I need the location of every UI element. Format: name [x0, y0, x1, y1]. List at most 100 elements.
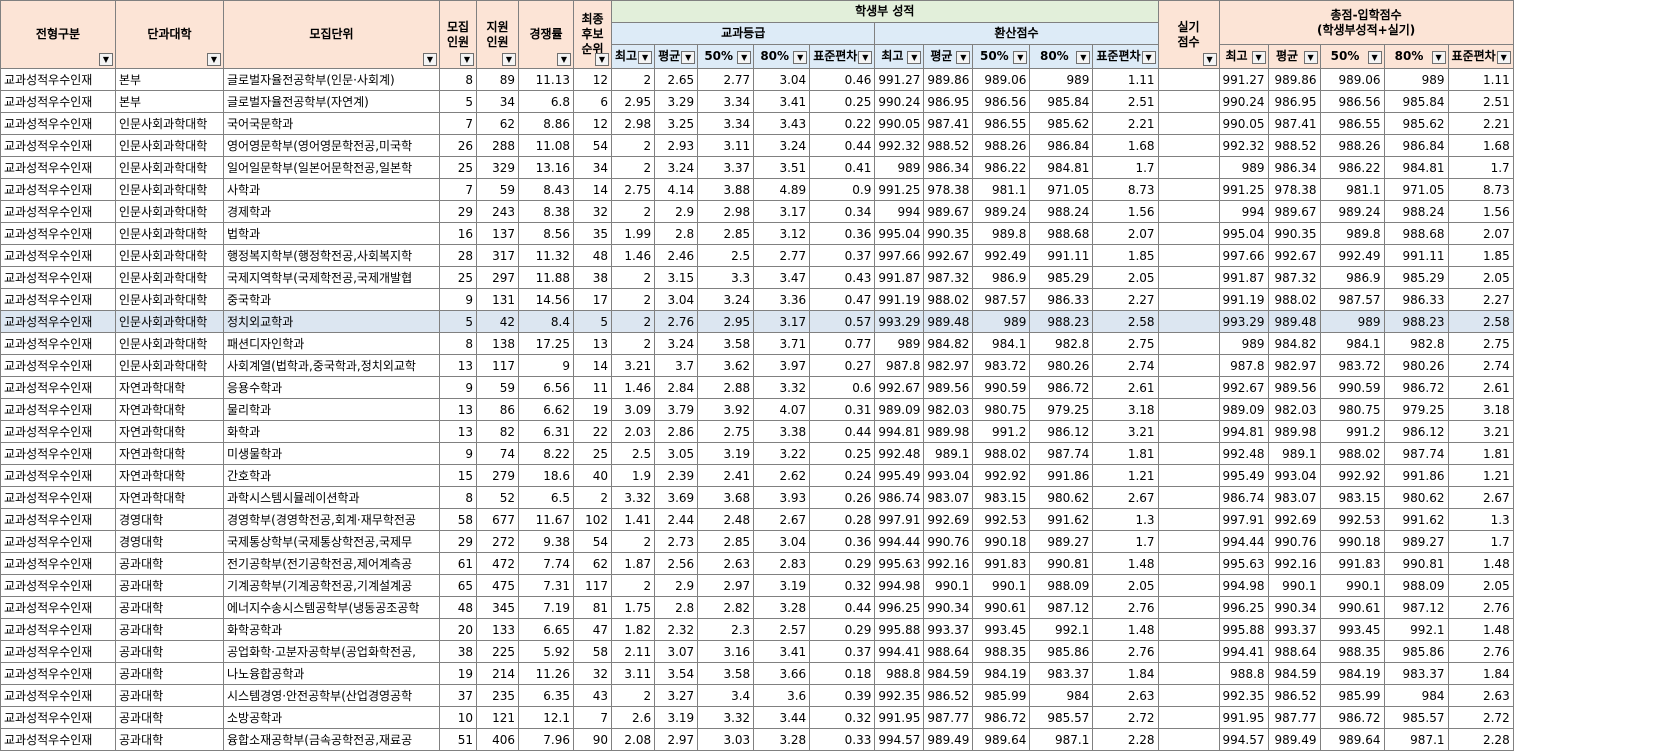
table-cell[interactable]: 1.85: [1092, 244, 1159, 267]
table-cell[interactable]: 48: [439, 596, 477, 619]
table-cell[interactable]: 인문사회과학대학: [115, 332, 224, 355]
table-cell[interactable]: 본부: [115, 90, 224, 113]
table-cell[interactable]: 995.88: [874, 618, 925, 641]
table-cell[interactable]: 29: [439, 530, 477, 553]
table-cell[interactable]: 991.27: [1218, 68, 1269, 91]
table-cell[interactable]: 40: [573, 464, 612, 487]
table-row[interactable]: 교과성적우수인재 자연과학대학 과학시스템시뮬레이션학과 8 52 6.5 2 3.32 3.6…: [0, 486, 1514, 509]
table-cell[interactable]: 2.74: [1447, 354, 1514, 377]
table-cell[interactable]: 235: [476, 684, 519, 707]
table-cell[interactable]: 9: [439, 288, 477, 311]
table-cell[interactable]: 0.31: [809, 398, 876, 421]
table-cell[interactable]: 교과성적우수인재: [0, 90, 116, 113]
table-cell[interactable]: 37: [439, 684, 477, 707]
table-cell[interactable]: 32: [573, 200, 612, 223]
table-cell[interactable]: 7: [573, 706, 612, 729]
table-cell[interactable]: 2.56: [654, 552, 699, 575]
table-cell[interactable]: 본부: [115, 68, 224, 91]
table-cell[interactable]: 3.36: [753, 288, 811, 311]
table-cell[interactable]: [1157, 442, 1220, 465]
table-cell[interactable]: [1157, 134, 1220, 157]
table-cell[interactable]: 융합소재공학부(금속공학전공,재료공: [223, 728, 440, 751]
table-row[interactable]: 교과성적우수인재 인문사회과학대학 국제지역학부(국제학전공,국제개발협 25 297 1…: [0, 266, 1514, 289]
filter-dropdown-icon[interactable]: ▼: [1303, 51, 1318, 64]
table-cell[interactable]: [1157, 244, 1220, 267]
table-cell[interactable]: 62: [573, 552, 612, 575]
table-cell[interactable]: 32: [573, 662, 612, 685]
table-cell[interactable]: 나노융합공학과: [223, 662, 440, 685]
table-cell[interactable]: 9: [439, 376, 477, 399]
table-cell[interactable]: 995.63: [1218, 552, 1269, 575]
table-cell[interactable]: [1157, 464, 1220, 487]
table-cell[interactable]: 2: [573, 486, 612, 509]
table-cell[interactable]: 989.1: [1267, 442, 1321, 465]
table-cell[interactable]: [1157, 398, 1220, 421]
table-cell[interactable]: 988.26: [1319, 134, 1385, 157]
table-cell[interactable]: 인문사회과학대학: [115, 354, 224, 377]
filter-dropdown-icon[interactable]: ▼: [557, 53, 571, 66]
table-cell[interactable]: 2.44: [654, 508, 699, 531]
table-cell[interactable]: 9.38: [518, 530, 574, 553]
table-cell[interactable]: 0.77: [809, 332, 876, 355]
table-cell[interactable]: 990.59: [972, 376, 1031, 399]
table-cell[interactable]: 3.17: [753, 310, 811, 333]
table-cell[interactable]: 12: [573, 112, 612, 135]
table-cell[interactable]: 984: [1383, 684, 1449, 707]
table-cell[interactable]: 0.28: [809, 508, 876, 531]
table-cell[interactable]: 4.07: [753, 398, 811, 421]
table-cell[interactable]: 131: [476, 288, 519, 311]
table-cell[interactable]: 2.95: [610, 90, 656, 113]
table-cell[interactable]: 간호학과: [223, 464, 440, 487]
table-cell[interactable]: 교과성적우수인재: [0, 684, 116, 707]
table-cell[interactable]: 993.29: [1218, 310, 1269, 333]
table-cell[interactable]: 971.05: [1029, 178, 1094, 201]
table-cell[interactable]: 2.63: [1092, 684, 1159, 707]
filter-dropdown-icon[interactable]: ▼: [460, 53, 474, 66]
table-cell[interactable]: [1157, 178, 1220, 201]
table-cell[interactable]: 3.32: [753, 376, 811, 399]
table-cell[interactable]: 인문사회과학대학: [115, 178, 224, 201]
table-cell[interactable]: 행정복지학부(행정학전공,사회복지학: [223, 244, 440, 267]
table-cell[interactable]: [1157, 68, 1220, 91]
table-cell[interactable]: 991.86: [1029, 464, 1094, 487]
table-cell[interactable]: 자연과학대학: [115, 442, 224, 465]
table-cell[interactable]: 공과대학: [115, 596, 224, 619]
table-cell[interactable]: 8.73: [1092, 178, 1159, 201]
table-cell[interactable]: 980.75: [1319, 398, 1385, 421]
table-cell[interactable]: 3.32: [697, 706, 755, 729]
table-cell[interactable]: [1157, 574, 1220, 597]
table-cell[interactable]: 3.25: [654, 112, 699, 135]
table-cell[interactable]: 987.77: [1267, 706, 1321, 729]
table-cell[interactable]: 987.74: [1029, 442, 1094, 465]
table-cell[interactable]: 993.37: [923, 618, 974, 641]
table-cell[interactable]: 272: [476, 530, 519, 553]
table-cell[interactable]: 992.49: [1319, 244, 1385, 267]
table-cell[interactable]: 17.25: [518, 332, 574, 355]
table-cell[interactable]: 983.07: [1267, 486, 1321, 509]
table-cell[interactable]: 2.86: [654, 420, 699, 443]
table-cell[interactable]: 3.11: [610, 662, 656, 685]
table-row[interactable]: 교과성적우수인재 자연과학대학 물리학과 13 86 6.62 19 3.09 3.79 3.92…: [0, 398, 1514, 421]
table-cell[interactable]: 243: [476, 200, 519, 223]
table-cell[interactable]: 교과성적우수인재: [0, 618, 116, 641]
table-cell[interactable]: 0.34: [809, 200, 876, 223]
table-row[interactable]: 교과성적우수인재 공과대학 융합소재공학부(금속공학전공,재료공 51 406 7.96 9…: [0, 728, 1514, 751]
table-cell[interactable]: 993.04: [923, 464, 974, 487]
table-cell[interactable]: 984.19: [1319, 662, 1385, 685]
table-cell[interactable]: 986.12: [1029, 420, 1094, 443]
table-cell[interactable]: 995.49: [874, 464, 925, 487]
table-cell[interactable]: 3.15: [654, 266, 699, 289]
table-cell[interactable]: 3.69: [654, 486, 699, 509]
table-row[interactable]: 교과성적우수인재 인문사회과학대학 중국학과 9 131 14.56 17 2 3.04 3.24…: [0, 288, 1514, 311]
table-cell[interactable]: 경제학과: [223, 200, 440, 223]
table-cell[interactable]: 994.81: [874, 420, 925, 443]
table-cell[interactable]: 138: [476, 332, 519, 355]
table-cell[interactable]: 990.61: [1319, 596, 1385, 619]
table-cell[interactable]: 993.29: [874, 310, 925, 333]
table-cell[interactable]: 3.43: [753, 112, 811, 135]
table-row[interactable]: 교과성적우수인재 자연과학대학 화학과 13 82 6.31 22 2.03 2.86 2.75 3…: [0, 420, 1514, 443]
table-cell[interactable]: 6.35: [518, 684, 574, 707]
table-cell[interactable]: 2.67: [753, 508, 811, 531]
table-cell[interactable]: 2.98: [610, 112, 656, 135]
table-cell[interactable]: 2.05: [1092, 266, 1159, 289]
